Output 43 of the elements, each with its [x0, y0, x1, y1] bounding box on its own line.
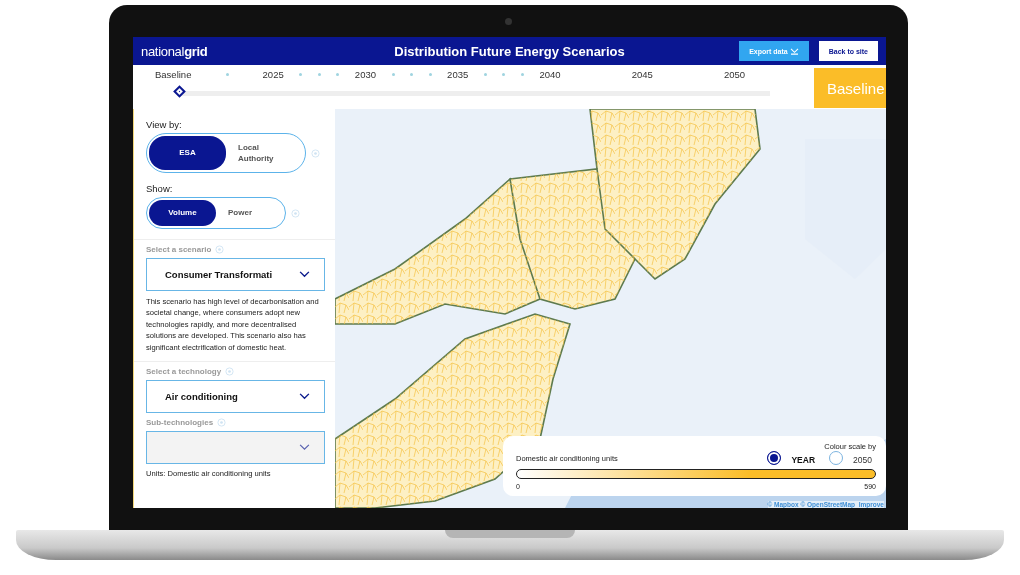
chevron-down-icon [299, 271, 310, 278]
timeline-tick [225, 73, 229, 76]
download-icon [789, 47, 799, 55]
show-option[interactable]: Power [216, 200, 283, 226]
scenario-value: Consumer Transformati [165, 269, 273, 280]
timeline-label[interactable]: 2035 [447, 69, 469, 80]
show-option[interactable]: Volume [149, 200, 216, 226]
scenario-year-badge: Baseline [814, 68, 886, 108]
timeline-tick [428, 73, 432, 76]
timeline-label[interactable]: 2040 [539, 69, 561, 80]
view-by-option[interactable]: ESA [149, 136, 226, 170]
show-label: Show: [146, 183, 174, 194]
timeline-tick [336, 73, 340, 76]
timeline-tick [520, 73, 524, 76]
timeline-label[interactable]: 2025 [262, 69, 284, 80]
radio-button[interactable] [767, 451, 782, 465]
timeline-label[interactable]: 2050 [723, 69, 746, 80]
timeline-tick [483, 73, 487, 76]
camera-icon [505, 18, 512, 25]
radio-label: YEAR [791, 455, 816, 465]
timeline-label[interactable]: 2030 [354, 69, 376, 80]
view-by-label: View by: [146, 119, 183, 130]
timeline-label[interactable]: Baseline [155, 69, 192, 80]
technology-select[interactable]: Air conditioning [146, 379, 325, 413]
sub-technologies-label: Sub-technologies [146, 417, 214, 427]
radio-label: 2050 [853, 455, 872, 465]
timeline-tick [502, 73, 506, 76]
timeline-tick [410, 73, 414, 76]
scenario-select[interactable]: Consumer Transformati [146, 258, 325, 291]
radio-button[interactable] [829, 451, 844, 465]
timeline-handle[interactable] [173, 85, 186, 98]
timeline-tick [317, 73, 321, 76]
timeline-label[interactable]: 2045 [631, 69, 653, 80]
logo: nationalgrid [141, 43, 209, 59]
scenario-label: Select a scenario [146, 245, 212, 254]
chevron-down-icon [299, 443, 310, 451]
view-by-option[interactable]: Local Authority [226, 136, 303, 170]
timeline-tick [299, 73, 303, 76]
chevron-down-icon [299, 392, 310, 400]
technology-label: Select a technology [146, 366, 222, 376]
technology-value: Air conditioning [165, 390, 238, 402]
timeline-tick [391, 73, 395, 76]
page-title: Distribution Future Energy Scenarios [393, 43, 626, 59]
